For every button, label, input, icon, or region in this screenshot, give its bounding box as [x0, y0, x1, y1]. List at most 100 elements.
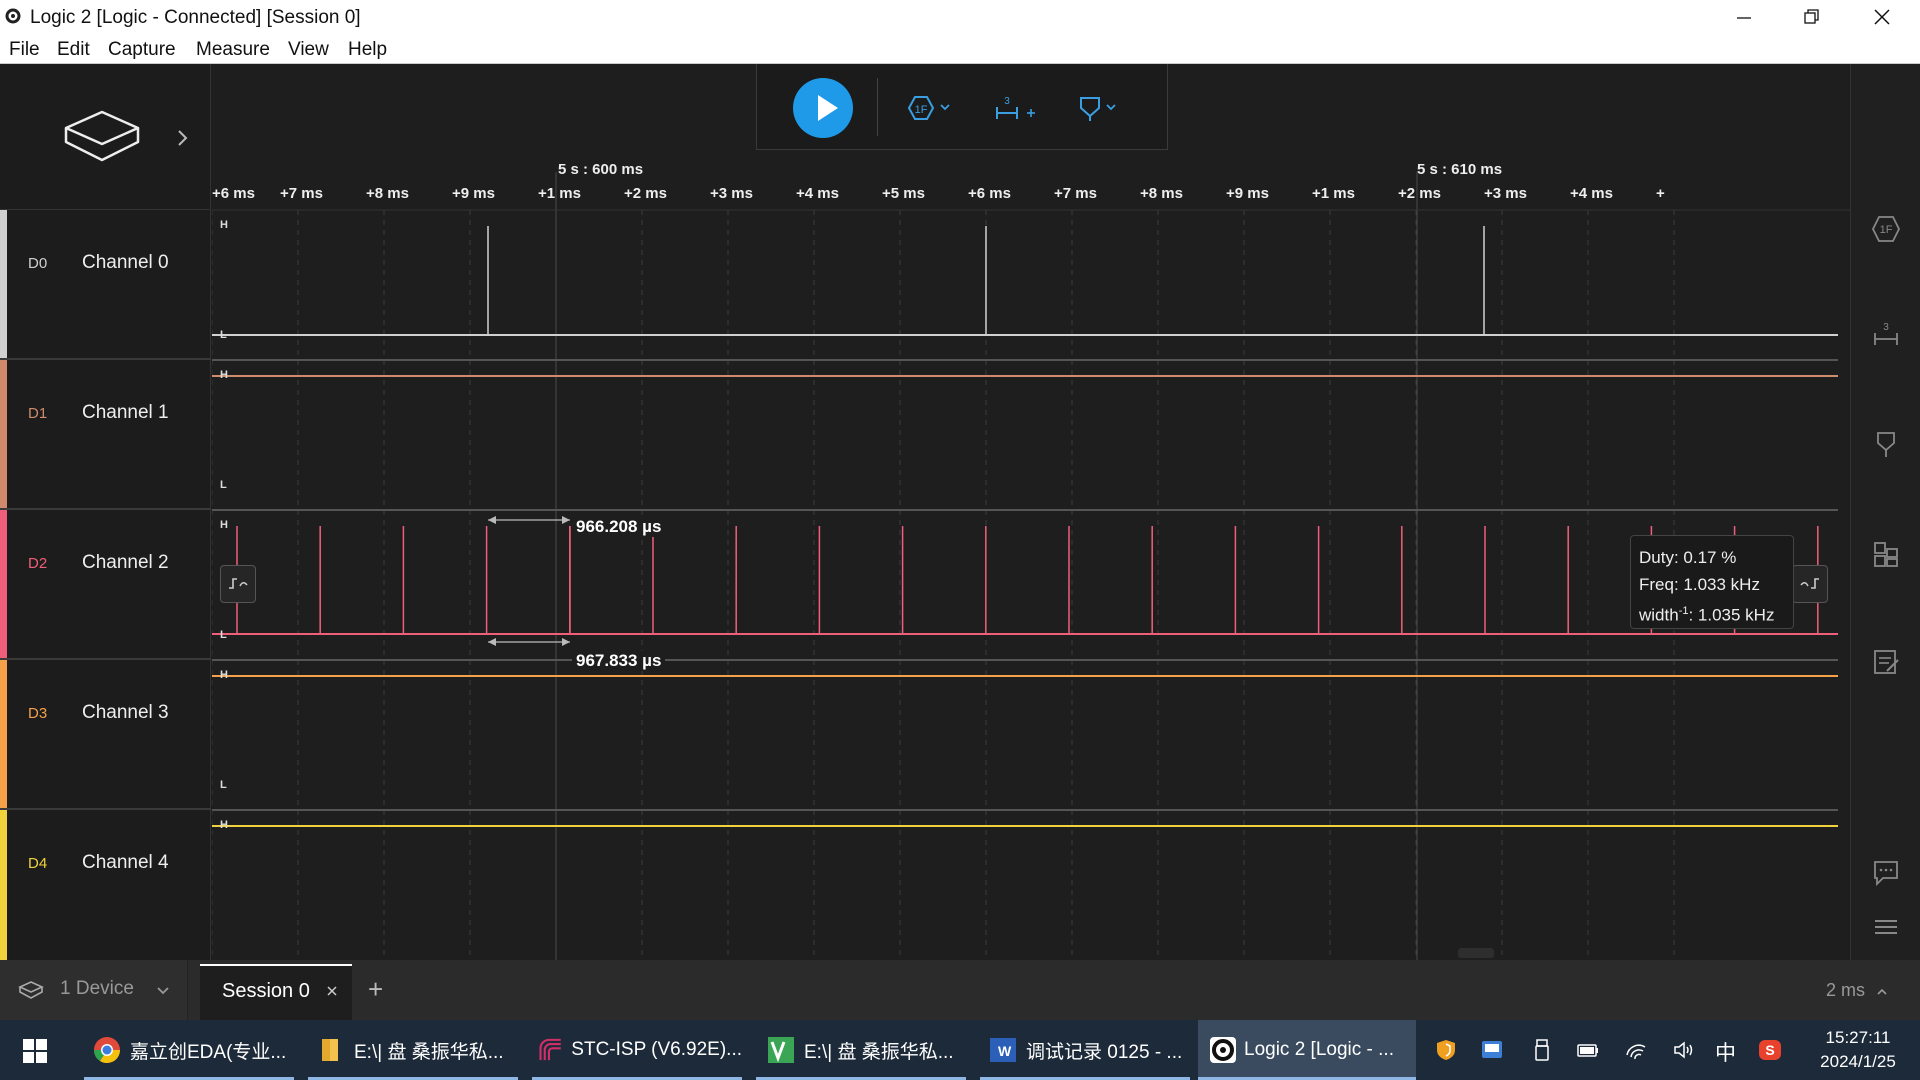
clock[interactable]: 15:27:11 2024/1/25	[1808, 1026, 1908, 1074]
volume-icon[interactable]	[1672, 1038, 1696, 1062]
menu-help[interactable]: Help	[348, 39, 387, 61]
trigger-icon[interactable]: 1F	[907, 94, 957, 122]
svg-text:1F: 1F	[915, 104, 928, 116]
network-monitor-icon[interactable]	[1480, 1038, 1504, 1062]
restore-button[interactable]	[1782, 0, 1842, 34]
minimize-icon	[1737, 17, 1751, 19]
menu-view[interactable]: View	[288, 39, 329, 61]
clock-date: 2024/1/25	[1820, 1052, 1896, 1071]
security-shield-icon[interactable]	[1434, 1038, 1458, 1062]
channel-code: D0	[28, 255, 48, 272]
level-label: H	[220, 369, 228, 381]
horizontal-scroll-thumb[interactable]	[1458, 948, 1494, 958]
windows-start-icon[interactable]	[22, 1038, 48, 1064]
device-header	[0, 64, 211, 210]
app-main: D0 Channel 0 D1 Channel 1 D2 Channel 2 D…	[0, 64, 1920, 960]
battery-icon[interactable]	[1576, 1038, 1600, 1062]
tooltip-freq: Freq: 1.033 kHz	[1639, 575, 1760, 594]
next-edge-button[interactable]	[1792, 565, 1828, 603]
device-tab[interactable]: 1 Device	[0, 960, 188, 1020]
wifi-icon[interactable]	[1624, 1038, 1648, 1062]
stc-icon	[539, 1038, 561, 1061]
channel-code: D4	[28, 855, 48, 872]
measurements-sidebar-icon[interactable]: 3	[1871, 319, 1901, 349]
session-tab[interactable]: Session 0	[200, 964, 352, 1020]
session-tab-label: Session 0	[222, 980, 310, 1002]
timing-markers-sidebar-icon[interactable]	[1871, 429, 1901, 459]
chevron-right-icon[interactable]	[176, 128, 190, 148]
restore-icon	[1804, 9, 1819, 24]
ruler-tick-label: +8 ms	[366, 185, 409, 202]
level-label: H	[220, 819, 228, 831]
session-bar: 1 Device Session 0 + 2 ms	[0, 960, 1920, 1020]
measurement-arrowhead	[562, 516, 570, 524]
start-capture-button[interactable]	[793, 78, 853, 138]
menu-capture[interactable]: Capture	[108, 39, 176, 61]
level-label: L	[220, 629, 227, 641]
menu-measure[interactable]: Measure	[196, 39, 270, 61]
menu-file[interactable]: File	[9, 39, 40, 61]
device-small-icon	[18, 981, 44, 999]
sogou-input-icon[interactable]: S	[1758, 1038, 1782, 1062]
ruler-tick-label: +3 ms	[710, 185, 753, 202]
prev-edge-button[interactable]	[220, 565, 256, 603]
close-button[interactable]	[1852, 0, 1912, 34]
logic-app-icon	[5, 8, 21, 24]
channel-row-d0[interactable]: D0 Channel 0	[0, 210, 211, 360]
add-measurement-icon[interactable]: 3	[993, 94, 1041, 122]
measurement-arrowhead	[488, 516, 496, 524]
feedback-sidebar-icon[interactable]	[1871, 858, 1901, 888]
chevron-up-icon[interactable]	[1876, 988, 1888, 996]
close-tab-icon[interactable]	[326, 985, 338, 997]
taskbar-item-label: 调试记录 0125 - ...	[1026, 1041, 1183, 1063]
window-title: Logic 2 [Logic - Connected] [Session 0]	[30, 7, 361, 28]
level-label: L	[220, 479, 227, 491]
taskbar-item-label: Logic 2 [Logic - ...	[1244, 1039, 1394, 1060]
right-sidebar: 1F 3	[1850, 64, 1920, 960]
logic-icon	[1210, 1037, 1236, 1063]
waveform-area[interactable]: 5 s : 600 ms 5 s : 610 ms +6 ms +7 ms +8 m…	[212, 64, 1850, 960]
menu-sidebar-icon[interactable]	[1871, 912, 1901, 942]
timescale-label[interactable]: 2 ms	[1826, 980, 1865, 1001]
add-session-button[interactable]: +	[368, 974, 383, 1005]
channel-row-d3[interactable]: D3 Channel 3	[0, 660, 211, 810]
marker-icon[interactable]	[1075, 94, 1123, 122]
channel-row-d4[interactable]: D4 Channel 4	[0, 810, 211, 960]
channel-color-strip	[0, 210, 7, 358]
chrome-icon	[93, 1037, 121, 1064]
menu-edit[interactable]: Edit	[57, 39, 90, 61]
channel-panel: D0 Channel 0 D1 Channel 1 D2 Channel 2 D…	[0, 64, 211, 960]
device-icon[interactable]	[62, 108, 142, 166]
notes-sidebar-icon[interactable]	[1871, 647, 1901, 677]
taskbar-item-label: E:\| 盘 桑振华私...	[354, 1041, 504, 1063]
ruler-tick-label: +5 ms	[882, 185, 925, 202]
taskbar-item-explorer[interactable]: E:\| 盘 桑振华私...	[308, 1020, 518, 1080]
word-icon: W	[990, 1038, 1016, 1062]
trigger-sidebar-icon[interactable]: 1F	[1871, 214, 1901, 244]
channel-code: D1	[28, 405, 48, 422]
taskbar-item-logic2[interactable]: Logic 2 [Logic - ...	[1198, 1020, 1416, 1080]
capture-toolbar: 1F 3	[756, 64, 1168, 150]
channel-separators	[212, 359, 1838, 811]
channel-code: D3	[28, 705, 48, 722]
title-bar: Logic 2 [Logic - Connected] [Session 0]	[0, 0, 1920, 34]
taskbar-item-stc-isp[interactable]: STC-ISP (V6.92E)...	[532, 1020, 742, 1080]
channel-color-strip	[0, 510, 7, 658]
taskbar-item-vs[interactable]: E:\| 盘 桑振华私...	[756, 1020, 966, 1080]
ruler-tick-label: +7 ms	[1054, 185, 1097, 202]
ruler-tick-label: +2 ms	[624, 185, 667, 202]
minimize-button[interactable]	[1714, 0, 1774, 34]
menu-bar: File Edit Capture Measure View Help	[0, 34, 1920, 64]
level-label: H	[220, 669, 228, 681]
usb-drive-icon[interactable]	[1530, 1038, 1554, 1062]
channel-row-d1[interactable]: D1 Channel 1	[0, 360, 211, 510]
device-count: 1 Device	[60, 978, 134, 999]
taskbar-item-word[interactable]: W 调试记录 0125 - ...	[980, 1020, 1190, 1080]
ruler-tick-label: +1 ms	[1312, 185, 1355, 202]
ime-indicator[interactable]: 中	[1715, 1037, 1736, 1067]
measurement-top-label: 966.208 µs	[572, 517, 666, 537]
analyzers-sidebar-icon[interactable]	[1871, 539, 1901, 569]
channel-row-d2[interactable]: D2 Channel 2	[0, 510, 211, 660]
vs-icon	[768, 1037, 794, 1063]
taskbar-item-eda[interactable]: 嘉立创EDA(专业...	[84, 1020, 294, 1080]
